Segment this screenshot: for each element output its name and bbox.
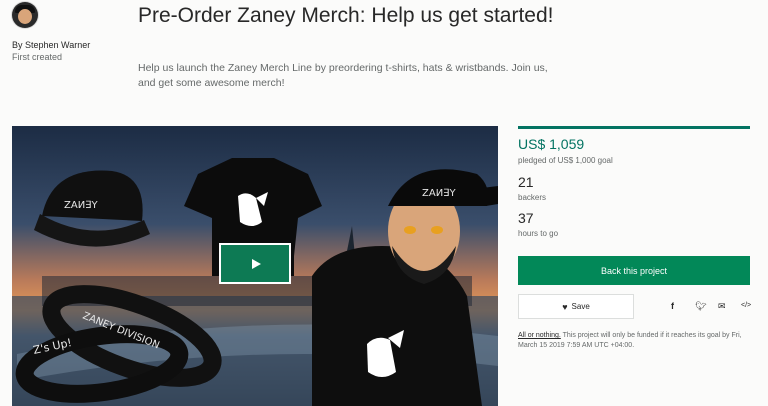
twitter-icon[interactable]: 🐦︎ [695,301,706,311]
stats-top-border [518,126,750,129]
play-video-button[interactable] [219,243,291,284]
backers-count: 21 [518,174,534,190]
heart-icon: ♥ [562,301,568,312]
funding-note: All or nothing. This project will only b… [518,331,750,351]
email-icon[interactable]: ✉ [718,301,726,311]
creator-name[interactable]: By Stephen Warner [12,40,90,50]
backers-label: backers [518,193,547,202]
embed-icon[interactable]: </> [741,301,751,311]
save-button[interactable]: ♥ Save [518,294,634,319]
svg-text:ZAИ∃Y: ZAИ∃Y [422,188,456,199]
svg-text:ZAИ∃Y: ZAИ∃Y [64,200,98,211]
project-title: Pre-Order Zaney Merch: Help us get start… [138,4,554,27]
facebook-icon[interactable]: f [671,301,674,311]
creator-status: First created [12,52,63,62]
hours-count: 37 [518,210,534,226]
play-icon [252,258,261,269]
back-project-button[interactable]: Back this project [518,256,750,285]
all-or-nothing-link[interactable]: All or nothing. [518,332,561,339]
avatar-face [18,9,32,24]
creator-avatar[interactable] [12,2,38,28]
project-blurb: Help us launch the Zaney Merch Line by p… [138,62,548,89]
pledged-amount: US$ 1,059 [518,136,585,152]
hours-label: hours to go [518,229,559,238]
goal-label: pledged of US$ 1,000 goal [518,156,613,165]
save-label: Save [571,302,590,311]
